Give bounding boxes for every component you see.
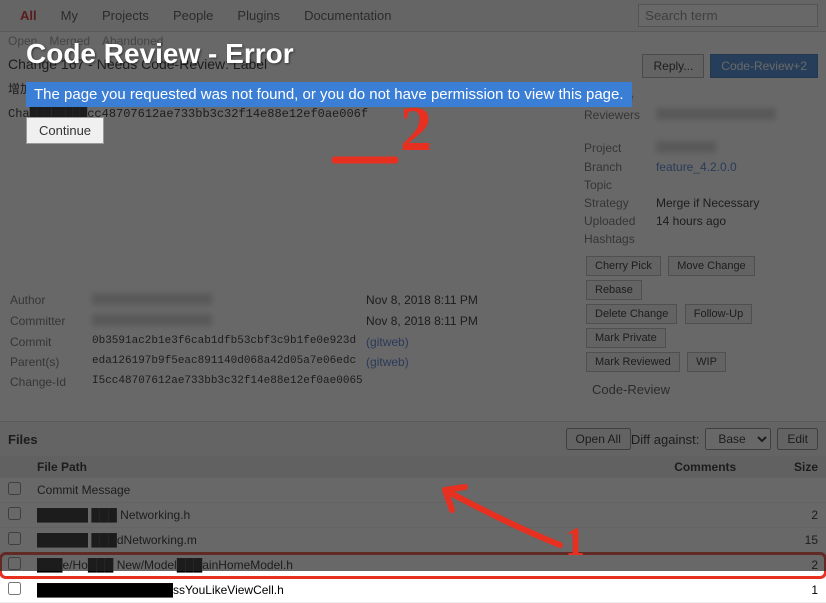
file-path-cell[interactable]: ████████████████ssYouLikeViewCell.h [29, 578, 585, 603]
size-cell: 1 [744, 578, 826, 603]
comments-cell [585, 578, 744, 603]
continue-button[interactable]: Continue [26, 117, 104, 144]
modal-title: Code Review - Error [26, 38, 632, 70]
row-checkbox[interactable] [8, 582, 21, 595]
table-row[interactable]: ████████████████ssYouLikeViewCell.h 1 [0, 578, 826, 603]
error-modal: Code Review - Error The page you request… [26, 38, 632, 144]
modal-message: The page you requested was not found, or… [26, 82, 632, 107]
